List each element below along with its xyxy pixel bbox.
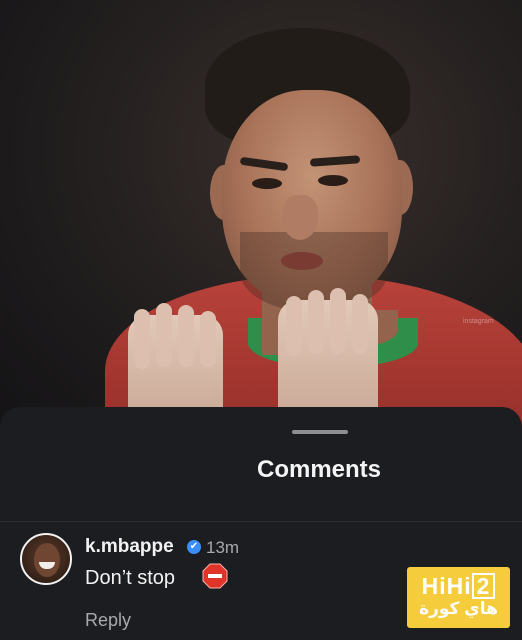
finger (200, 311, 216, 367)
drag-handle[interactable] (292, 430, 348, 434)
finger (330, 288, 346, 354)
finger (308, 290, 324, 354)
finger (178, 305, 194, 367)
logo-prefix: HiHi (421, 573, 472, 599)
finger (286, 296, 302, 356)
site-logo: HiHi 2 هاي كورة (407, 567, 510, 628)
logo-text-en: HiHi 2 (407, 573, 510, 599)
avatar[interactable] (20, 533, 72, 585)
finger (156, 303, 172, 367)
post-photo: instagram (0, 0, 522, 430)
comment-username[interactable]: k.mbappe (85, 536, 174, 558)
photo-watermark: instagram (463, 318, 494, 325)
avatar-face (34, 543, 60, 577)
mouth (281, 252, 323, 270)
eye-left (252, 178, 282, 189)
eye-right (318, 175, 348, 186)
nose (282, 195, 318, 240)
finger (352, 294, 368, 354)
comment-text: Don’t stop (85, 567, 176, 589)
logo-text-ar: هاي كورة (419, 599, 498, 618)
reply-button[interactable]: Reply (85, 610, 131, 631)
stop-sign-icon (202, 563, 228, 589)
divider (0, 521, 522, 522)
comment-time: 13m (206, 538, 240, 557)
sheet-title: Comments (256, 456, 382, 483)
logo-suffix: 2 (471, 573, 496, 599)
finger (134, 309, 150, 369)
verified-badge-icon: ✔ (187, 540, 201, 554)
